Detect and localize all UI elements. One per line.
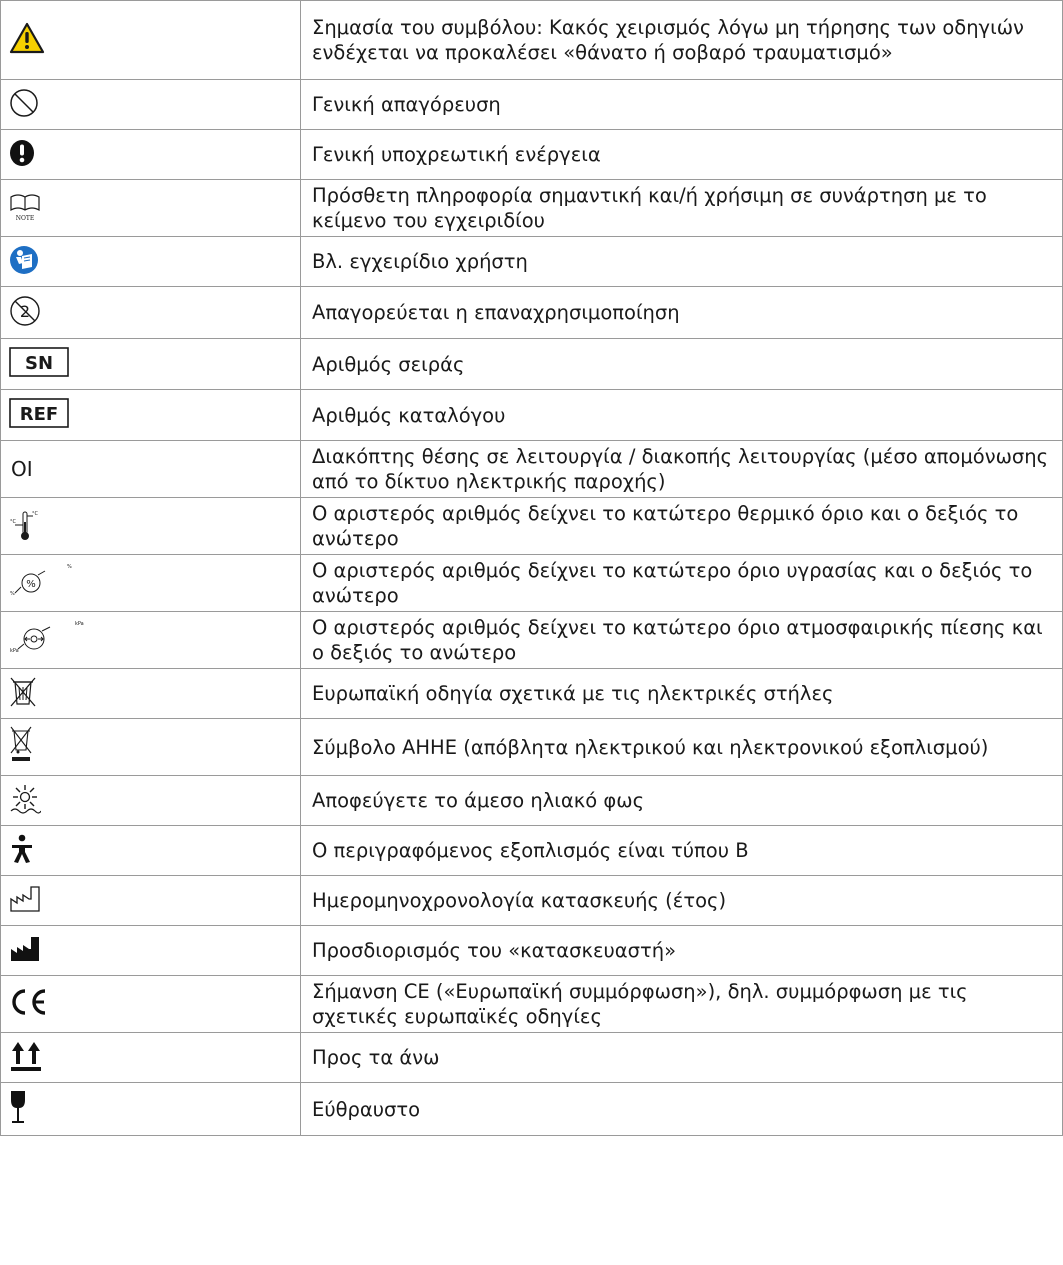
temperature-limit-icon: °C °C [9,506,49,542]
weee-icon [9,726,33,764]
serial-number-icon: SN [9,347,69,377]
symbol-cell [0,668,301,719]
description-cell: Ημερομηνοχρονολογία κατασκευής (έτος) [300,875,1063,926]
general-prohibition-icon [9,88,39,118]
description-cell: Ο αριστερός αριθμός δείχνει το κατώτερο … [300,497,1063,555]
table-row: Αποφεύγετε το άμεσο ηλιακό φως [0,775,1063,826]
table-row: NOTE Πρόσθετη πληροφορία σημαντική και/ή… [0,179,1063,237]
table-row: Γενική υποχρεωτική ενέργεια [0,129,1063,180]
description-cell: Γενική υποχρεωτική ενέργεια [300,129,1063,180]
description-cell: Απαγορεύεται η επαναχρησιμοποίηση [300,286,1063,339]
ce-mark-icon [9,988,49,1016]
symbol-cell [0,236,301,287]
symbol-cell: NOTE [0,179,301,237]
symbol-cell: REF [0,389,301,441]
date-of-manufacture-icon [9,885,47,913]
symbol-cell [0,825,301,876]
symbol-cell: %%% [0,554,301,612]
symbol-cell [0,718,301,776]
description-cell: Προς τα άνω [300,1032,1063,1083]
fragile-icon [9,1090,27,1124]
do-not-reuse-icon: 2 [9,295,41,327]
this-way-up-icon [9,1040,43,1072]
symbol-cell [0,0,301,80]
symbol-cell: 2 [0,286,301,339]
table-row: 2 Απαγορεύεται η επαναχρησιμοποίηση [0,286,1063,339]
description-cell: Διακόπτης θέσης σε λειτουργία / διακοπής… [300,440,1063,498]
manufacturer-icon [9,935,47,963]
type-b-applied-part-icon [9,834,35,864]
description-cell: Ο αριστερός αριθμός δείχνει το κατώτερο … [300,611,1063,669]
table-row: Σύμβολο ΑΗΗΕ (απόβλητα ηλεκτρικού και ηλ… [0,718,1063,776]
symbol-cell [0,875,301,926]
description-cell: Ο περιγραφόμενος εξοπλισμός είναι τύπου … [300,825,1063,876]
table-row: Γενική απαγόρευση [0,79,1063,130]
table-row: Εύθραυστο [0,1082,1063,1136]
symbol-cell [0,1082,301,1136]
description-cell: Αριθμός καταλόγου [300,389,1063,441]
battery-disposal-icon [9,676,37,708]
description-cell: Σήμανση CE («Ευρωπαϊκή συμμόρφωση»), δηλ… [300,975,1063,1033]
catalogue-reference-icon: REF [9,398,69,428]
svg-text:%: % [26,579,36,590]
table-row: Βλ. εγχειρίδιο χρήστη [0,236,1063,287]
description-cell: Βλ. εγχειρίδιο χρήστη [300,236,1063,287]
read-manual-icon [9,245,39,275]
symbols-table: Σημασία του συμβόλου: Κακός χειρισμός λό… [0,0,1063,1136]
symbol-cell: kPa kPa [0,611,301,669]
note-book-icon: NOTE [9,190,41,222]
description-cell: Σημασία του συμβόλου: Κακός χειρισμός λό… [300,0,1063,80]
temp-low-unit: °C [10,519,17,525]
table-row: Ευρωπαϊκή οδηγία σχετικά με τις ηλεκτρικ… [0,668,1063,719]
table-row: OI Διακόπτης θέσης σε λειτουργία / διακο… [0,440,1063,498]
table-row: Προσδιορισμός του «κατασκευαστή» [0,925,1063,976]
table-row: Σημασία του συμβόλου: Κακός χειρισμός λό… [0,0,1063,80]
humidity-limit-icon: %%% [9,563,73,599]
table-row: Ημερομηνοχρονολογία κατασκευής (έτος) [0,875,1063,926]
reference-label: REF [20,404,58,425]
symbol-cell [0,975,301,1033]
serial-label: SN [25,353,53,374]
table-row: REF Αριθμός καταλόγου [0,389,1063,441]
description-cell: Γενική απαγόρευση [300,79,1063,130]
humidity-high-unit: % [67,564,72,570]
svg-text:NOTE: NOTE [16,215,35,222]
table-row: Προς τα άνω [0,1032,1063,1083]
symbol-cell: OI [0,440,301,498]
table-row: Σήμανση CE («Ευρωπαϊκή συμμόρφωση»), δηλ… [0,975,1063,1033]
table-row: SN Αριθμός σειράς [0,338,1063,390]
table-row: Ο περιγραφόμενος εξοπλισμός είναι τύπου … [0,825,1063,876]
table-row: °C °C Ο αριστερός αριθμός δείχνει το κατώ… [0,497,1063,555]
warning-triangle-icon [9,22,45,54]
description-cell: Εύθραυστο [300,1082,1063,1136]
pressure-low-unit: kPa [10,648,19,654]
symbol-cell [0,925,301,976]
svg-text:2: 2 [20,302,30,321]
on-off-symbol: OI [11,457,33,481]
pressure-high-unit: kPa [75,621,84,627]
pressure-limit-icon: kPa kPa [9,620,89,656]
symbol-cell [0,79,301,130]
table-row: %%% Ο αριστερός αριθμός δείχνει το κατώτ… [0,554,1063,612]
description-cell: Αριθμός σειράς [300,338,1063,390]
mandatory-action-icon [9,139,35,167]
description-cell: Προσδιορισμός του «κατασκευαστή» [300,925,1063,976]
description-cell: Ευρωπαϊκή οδηγία σχετικά με τις ηλεκτρικ… [300,668,1063,719]
humidity-low-unit: % [10,591,15,597]
table-row: kPa kPa Ο αριστερός αριθμός δείχνει το κα… [0,611,1063,669]
description-cell: Ο αριστερός αριθμός δείχνει το κατώτερο … [300,554,1063,612]
symbol-cell [0,1032,301,1083]
symbol-cell [0,775,301,826]
symbol-cell [0,129,301,180]
symbol-cell: °C °C [0,497,301,555]
keep-away-sunlight-icon [9,783,41,815]
symbol-cell: SN [0,338,301,390]
description-cell: Πρόσθετη πληροφορία σημαντική και/ή χρήσ… [300,179,1063,237]
description-cell: Σύμβολο ΑΗΗΕ (απόβλητα ηλεκτρικού και ηλ… [300,718,1063,776]
description-cell: Αποφεύγετε το άμεσο ηλιακό φως [300,775,1063,826]
